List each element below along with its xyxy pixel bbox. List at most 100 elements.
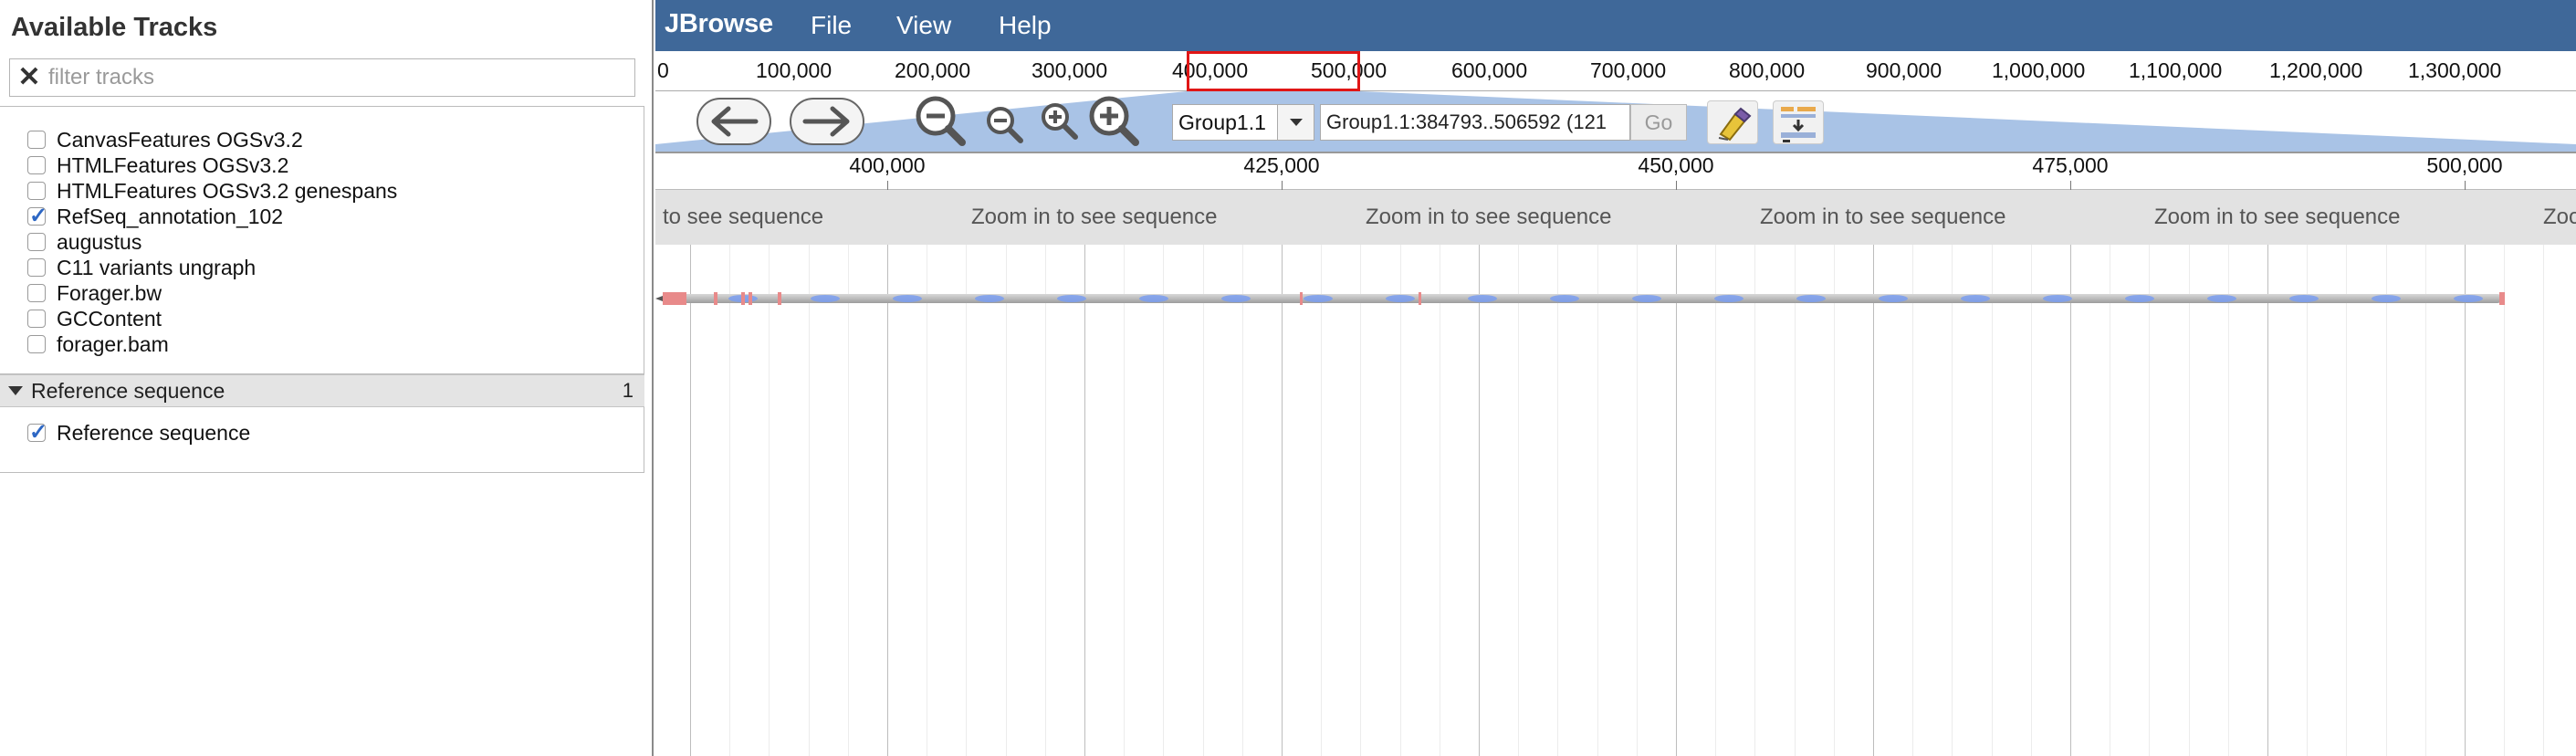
track-item-gccontent[interactable]: GCContent — [27, 306, 162, 331]
major-gridline — [2465, 190, 2466, 756]
track-checkbox[interactable] — [27, 131, 46, 149]
zoom-in-large-icon[interactable] — [1086, 93, 1141, 148]
track-item-reference-sequence[interactable]: Reference sequence — [27, 419, 251, 446]
menu-help[interactable]: Help — [999, 11, 1052, 40]
track-checkbox[interactable] — [27, 335, 46, 353]
track-item-htmlfeatures-ogsv32[interactable]: HTMLFeatures OGSv3.2 — [27, 152, 288, 178]
intron-direction-mark — [893, 295, 922, 302]
jbrowse-logo[interactable]: JBrowse — [665, 9, 773, 39]
pan-left-icon[interactable] — [696, 97, 772, 146]
minor-gridline — [2504, 190, 2505, 756]
minor-gridline — [769, 190, 770, 756]
track-checkbox-checked[interactable] — [27, 419, 47, 446]
sequence-zoom-hint: Zoom in to see sequence — [1760, 205, 2006, 229]
minor-gridline — [1557, 190, 1558, 756]
track-checkbox[interactable] — [27, 310, 46, 328]
tracklist-toggle-icon — [1781, 107, 1816, 142]
minor-gridline — [966, 190, 967, 756]
track-checkbox[interactable] — [27, 284, 46, 302]
overview-viewport-highlight[interactable] — [1187, 51, 1360, 91]
intron-direction-mark — [1221, 295, 1251, 302]
ruler-label: 475,000 — [2032, 153, 2109, 177]
track-item-augustus[interactable]: augustus — [27, 229, 141, 255]
zoom-out-large-icon[interactable] — [913, 93, 968, 148]
track-item-forager-bw[interactable]: Forager.bw — [27, 280, 162, 306]
overview-label: 300,000 — [1031, 58, 1108, 82]
overview-label: 1,200,000 — [2269, 58, 2363, 82]
exon-block[interactable] — [714, 292, 717, 305]
track-checkbox[interactable] — [27, 233, 46, 251]
track-checkbox[interactable] — [27, 156, 46, 174]
tracklist-toggle-button[interactable] — [1773, 100, 1824, 144]
minor-gridline — [809, 190, 810, 756]
track-item-c11-variants-ungraph[interactable]: C11 variants ungraph — [27, 255, 256, 280]
track-item-forager-bam[interactable]: forager.bam — [27, 331, 169, 357]
menu-file[interactable]: File — [811, 11, 852, 40]
overview-label: 600,000 — [1451, 58, 1528, 82]
minor-gridline — [2346, 190, 2347, 756]
category-reference-sequence-header[interactable]: Reference sequence 1 — [0, 374, 644, 407]
intron-direction-mark — [2207, 295, 2236, 302]
overview-scale[interactable]: 0 100,000 200,000 300,000 400,000 500,00… — [655, 51, 2576, 91]
exon-block[interactable] — [749, 292, 752, 305]
intron-direction-mark — [1304, 295, 1333, 302]
track-item-refseq-annotation-102[interactable]: RefSeq_annotation_102 — [27, 203, 284, 229]
track-label: Forager.bw — [57, 280, 162, 305]
exon-block[interactable] — [1419, 292, 1421, 305]
minor-gridline — [1597, 190, 1598, 756]
pan-right-icon[interactable] — [789, 97, 865, 146]
minor-gridline — [1952, 190, 1953, 756]
exon-block[interactable] — [663, 292, 686, 305]
tracks-area[interactable]: to see sequence Zoom in to see sequence … — [655, 190, 2576, 756]
menu-view[interactable]: View — [896, 11, 951, 40]
minor-gridline — [2386, 190, 2387, 756]
highlight-button[interactable] — [1707, 100, 1758, 144]
intron-direction-mark — [2043, 295, 2072, 302]
location-search-input[interactable] — [1320, 104, 1630, 141]
track-checkbox-checked[interactable] — [27, 203, 47, 229]
zoom-out-small-icon[interactable] — [984, 104, 1024, 144]
track-item-htmlfeatures-genespans[interactable]: HTMLFeatures OGSv3.2 genespans — [27, 178, 397, 204]
intron-direction-mark — [2125, 295, 2154, 302]
minor-gridline — [2425, 190, 2426, 756]
intron-direction-mark — [1139, 295, 1168, 302]
track-item-canvasfeatures-ogsv32[interactable]: CanvasFeatures OGSv3.2 — [27, 127, 303, 152]
refseq-select[interactable]: Group1.1 — [1172, 104, 1314, 141]
clear-filter-icon[interactable]: ✕ — [10, 59, 48, 96]
exon-block[interactable] — [1300, 292, 1303, 305]
highlight-marker-icon — [1718, 107, 1752, 142]
minor-gridline — [1045, 190, 1046, 756]
track-label: Reference sequence — [57, 420, 251, 445]
track-list: CanvasFeatures OGSv3.2 HTMLFeatures OGSv… — [0, 106, 644, 374]
available-tracks-title: Available Tracks — [11, 13, 218, 42]
track-label: HTMLFeatures OGSv3.2 genespans — [57, 178, 398, 203]
position-ruler[interactable]: 400,000 425,000 450,000 475,000 500,000 — [655, 152, 2576, 192]
refseq-gene-feature[interactable] — [655, 281, 2576, 314]
overview-label: 900,000 — [1866, 58, 1942, 82]
filter-tracks-input[interactable] — [48, 65, 614, 90]
major-gridline — [2267, 190, 2268, 756]
major-gridline — [2070, 190, 2071, 756]
go-button[interactable]: Go — [1630, 104, 1687, 141]
overview-label: 1,000,000 — [1992, 58, 2086, 82]
chevron-down-icon[interactable] — [1277, 105, 1314, 140]
minor-gridline — [1912, 190, 1913, 756]
major-gridline — [1479, 190, 1480, 756]
minor-gridline — [729, 190, 730, 756]
track-label: C11 variants ungraph — [57, 255, 257, 279]
exon-block[interactable] — [741, 292, 745, 305]
ruler-label: 450,000 — [1638, 153, 1714, 177]
minor-gridline — [848, 190, 849, 756]
intron-direction-mark — [1961, 295, 1990, 302]
track-label: GCContent — [57, 306, 162, 331]
track-checkbox[interactable] — [27, 182, 46, 200]
minor-gridline — [2228, 190, 2229, 756]
exon-block[interactable] — [2499, 292, 2505, 305]
track-label: RefSeq_annotation_102 — [57, 204, 284, 228]
ruler-label: 500,000 — [2426, 153, 2503, 177]
intron-direction-mark — [1468, 295, 1497, 302]
collapse-triangle-icon[interactable] — [8, 386, 23, 395]
zoom-in-small-icon[interactable] — [1039, 100, 1079, 141]
exon-block[interactable] — [778, 292, 781, 305]
track-checkbox[interactable] — [27, 258, 46, 277]
